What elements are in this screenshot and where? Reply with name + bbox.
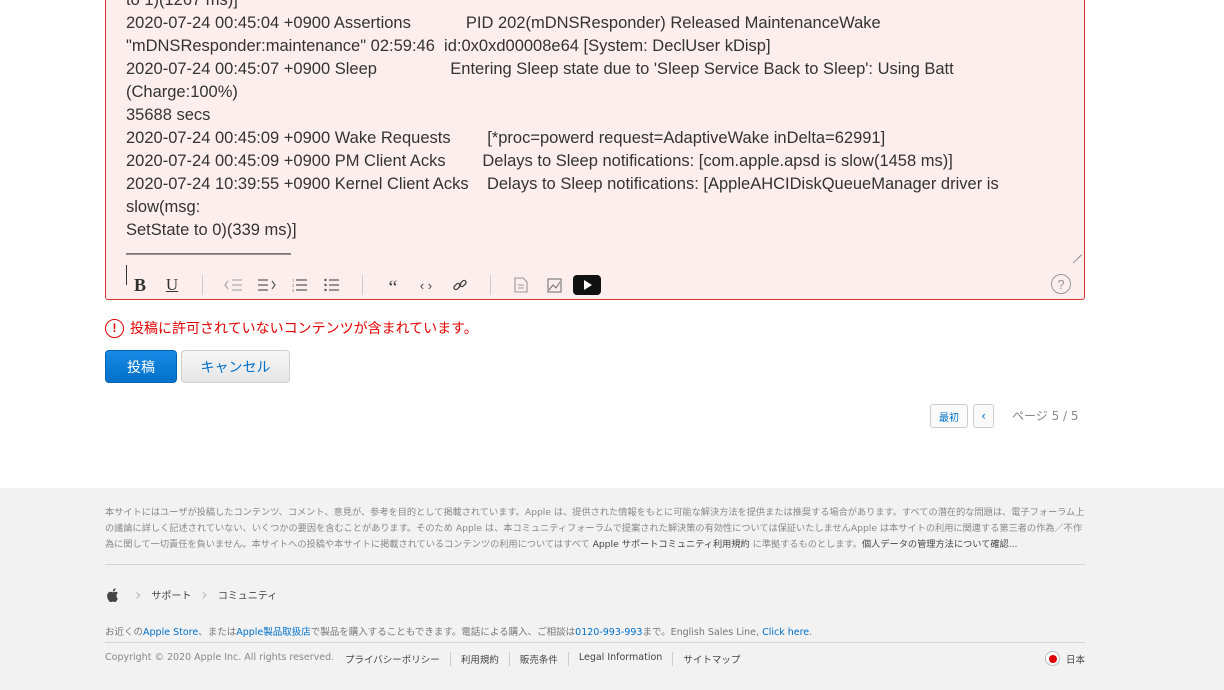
error-message: ! 投稿に許可されていないコンテンツが含まれています。: [105, 318, 478, 338]
log-line: 2020-07-24 10:39:55 +0900 Kernel Client …: [126, 175, 1004, 216]
outdent-icon[interactable]: [222, 273, 244, 297]
shop-text: .: [809, 627, 813, 638]
help-icon[interactable]: ?: [1051, 274, 1071, 294]
quote-icon[interactable]: “: [384, 273, 402, 299]
shop-text: で製品を購入することもできます。電話による購入、ご相談は: [310, 627, 576, 638]
locale-selector[interactable]: 日本: [1045, 651, 1085, 666]
shop-info: お近くのApple Store、またはApple製品取扱店で製品を購入することも…: [105, 624, 812, 638]
log-line: 2020-07-24 00:45:09 +0900 Wake Requests …: [126, 129, 886, 147]
privacy-data-link[interactable]: 個人データの管理方法について確認...: [862, 539, 1018, 550]
footer-divider: [105, 564, 1085, 565]
copyright: Copyright © 2020 Apple Inc. All rights r…: [105, 652, 335, 663]
image-icon[interactable]: [545, 273, 563, 297]
editor-content[interactable]: to 1)(1267 ms)] 2020-07-24 00:45:04 +090…: [126, 0, 1066, 289]
svg-text:3: 3: [292, 288, 294, 292]
legal-links: プライバシーポリシー 利用規約 販売条件 Legal Information サ…: [345, 652, 750, 666]
error-icon: !: [105, 318, 124, 338]
breadcrumb: › サポート › コミュニティ: [105, 585, 277, 604]
indent-icon[interactable]: [256, 273, 278, 297]
resize-grip-icon[interactable]: [1072, 245, 1082, 255]
toolbar-divider: [490, 275, 491, 295]
underline-button[interactable]: U: [164, 273, 180, 297]
error-text: 投稿に許可されていないコンテンツが含まれています。: [130, 321, 478, 337]
footer-divider: [105, 642, 1085, 643]
post-editor[interactable]: to 1)(1267 ms)] 2020-07-24 00:45:04 +090…: [105, 0, 1085, 300]
previous-page-button[interactable]: ‹: [973, 404, 994, 428]
japan-flag-icon: [1045, 651, 1060, 666]
locale-label: 日本: [1066, 654, 1086, 666]
phone-link[interactable]: 0120-993-993: [575, 627, 642, 638]
toolbar-divider: [202, 275, 203, 295]
bold-button[interactable]: B: [132, 273, 148, 297]
footer-disclaimer: 本サイトにはユーザが投稿したコンテンツ、コメント、意見が、参考を目的として掲載さ…: [105, 505, 1085, 553]
shop-text: 、または: [198, 627, 237, 638]
log-line: 2020-07-24 00:45:04 +0900 Assertions PID…: [126, 14, 881, 32]
breadcrumb-chevron-icon: ›: [201, 585, 208, 604]
bullet-list-icon[interactable]: [322, 273, 342, 297]
legal-information-link[interactable]: Legal Information: [567, 652, 672, 666]
disclaimer-text: に準拠するものとします。: [749, 539, 862, 550]
first-page-button[interactable]: 最初: [930, 404, 968, 428]
log-line: 35688 secs: [126, 106, 211, 124]
terms-of-use-link[interactable]: 利用規約: [449, 652, 509, 666]
sales-policy-link[interactable]: 販売条件: [508, 652, 568, 666]
editor-toolbar: B U 123 “ ‹ › ?: [126, 273, 1071, 299]
privacy-policy-link[interactable]: プライバシーポリシー: [345, 652, 450, 666]
numbered-list-icon[interactable]: 123: [290, 273, 310, 297]
log-line: 2020-07-24 00:45:09 +0900 PM Client Acks…: [126, 152, 953, 170]
terms-link[interactable]: Apple サポートコミュニティ利用規約: [593, 539, 750, 550]
breadcrumb-community[interactable]: コミュニティ: [218, 587, 277, 602]
document-icon[interactable]: [512, 273, 530, 297]
reseller-link[interactable]: Apple製品取扱店: [236, 627, 311, 638]
toolbar-divider: [362, 275, 363, 295]
divider-line: ——————————: [126, 244, 291, 262]
cancel-button[interactable]: キャンセル: [181, 350, 290, 383]
shop-text: お近くの: [105, 627, 144, 638]
code-icon[interactable]: ‹ ›: [416, 273, 436, 297]
site-footer: 本サイトにはユーザが投稿したコンテンツ、コメント、意見が、参考を目的として掲載さ…: [0, 488, 1224, 690]
english-sales-link[interactable]: Click here: [762, 627, 809, 638]
page-indicator: ページ 5 / 5: [1012, 409, 1079, 423]
apple-store-link[interactable]: Apple Store: [143, 627, 198, 638]
breadcrumb-chevron-icon: ›: [135, 585, 142, 604]
sitemap-link[interactable]: サイトマップ: [672, 652, 750, 666]
video-icon[interactable]: [573, 273, 601, 297]
post-button[interactable]: 投稿: [105, 350, 177, 383]
shop-text: まで。English Sales Line,: [642, 627, 763, 638]
breadcrumb-support[interactable]: サポート: [151, 587, 191, 602]
link-icon[interactable]: [450, 273, 470, 297]
log-line: "mDNSResponder:maintenance" 02:59:46 id:…: [126, 37, 771, 55]
log-line: to 1)(1267 ms)]: [126, 0, 238, 9]
log-line: 2020-07-24 00:45:07 +0900 Sleep Entering…: [126, 60, 959, 101]
log-line: SetState to 0)(339 ms)]: [126, 221, 297, 239]
apple-logo-icon[interactable]: [105, 587, 119, 603]
